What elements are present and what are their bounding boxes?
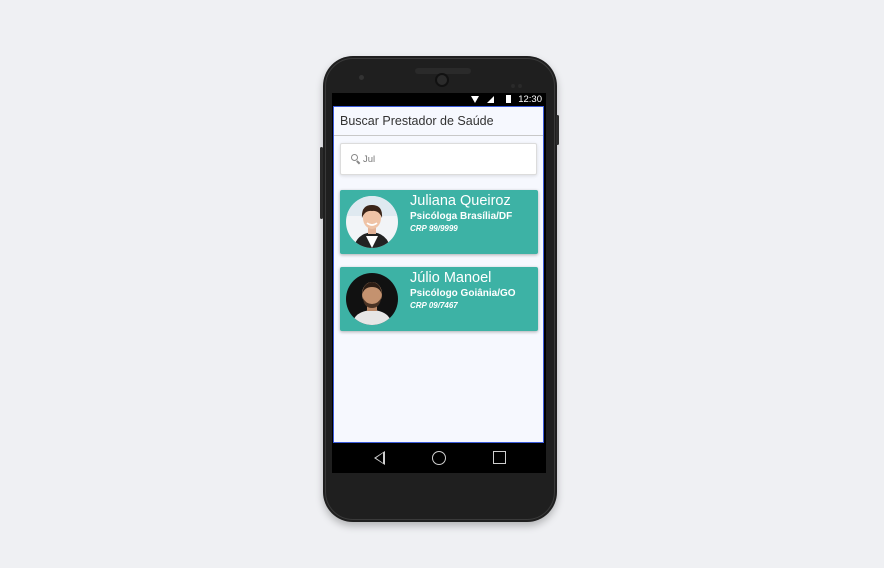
volume-button[interactable] [320, 147, 323, 219]
front-camera [435, 73, 449, 87]
avatar [346, 273, 398, 325]
search-box[interactable] [340, 143, 537, 175]
phone-screen: 12:30 Buscar Prestador de Saúde Jul Juli… [332, 93, 546, 473]
page-title: Buscar Prestador de Saúde [334, 107, 543, 136]
back-icon[interactable] [374, 451, 385, 465]
battery-icon [506, 95, 511, 103]
status-bar: 12:30 [332, 93, 546, 106]
status-time: 12:30 [518, 94, 542, 105]
provider-card[interactable]: Júlio Manoel Psicólogo Goiânia/GO CRP 09… [340, 267, 538, 331]
signal-icon [487, 96, 494, 103]
provider-crp: CRP 09/7467 [410, 301, 458, 310]
home-icon[interactable] [432, 451, 446, 465]
wifi-icon [471, 96, 479, 103]
app-window: Buscar Prestador de Saúde Juliana Queiro… [333, 106, 544, 443]
avatar [346, 196, 398, 248]
provider-name: Juliana Queiroz [410, 193, 511, 209]
power-button[interactable] [556, 115, 559, 145]
provider-crp: CRP 99/9999 [410, 224, 458, 233]
search-input[interactable] [363, 151, 523, 167]
provider-name: Júlio Manoel [410, 270, 492, 286]
proximity-sensor [359, 75, 364, 80]
recent-apps-icon[interactable] [493, 451, 506, 464]
search-icon [351, 154, 358, 161]
sensor-dots [511, 75, 525, 88]
provider-role: Psicólogo Goiânia/GO [410, 288, 516, 299]
provider-card[interactable]: Juliana Queiroz Psicóloga Brasília/DF CR… [340, 190, 538, 254]
navigation-bar [332, 443, 546, 473]
provider-role: Psicóloga Brasília/DF [410, 211, 513, 222]
